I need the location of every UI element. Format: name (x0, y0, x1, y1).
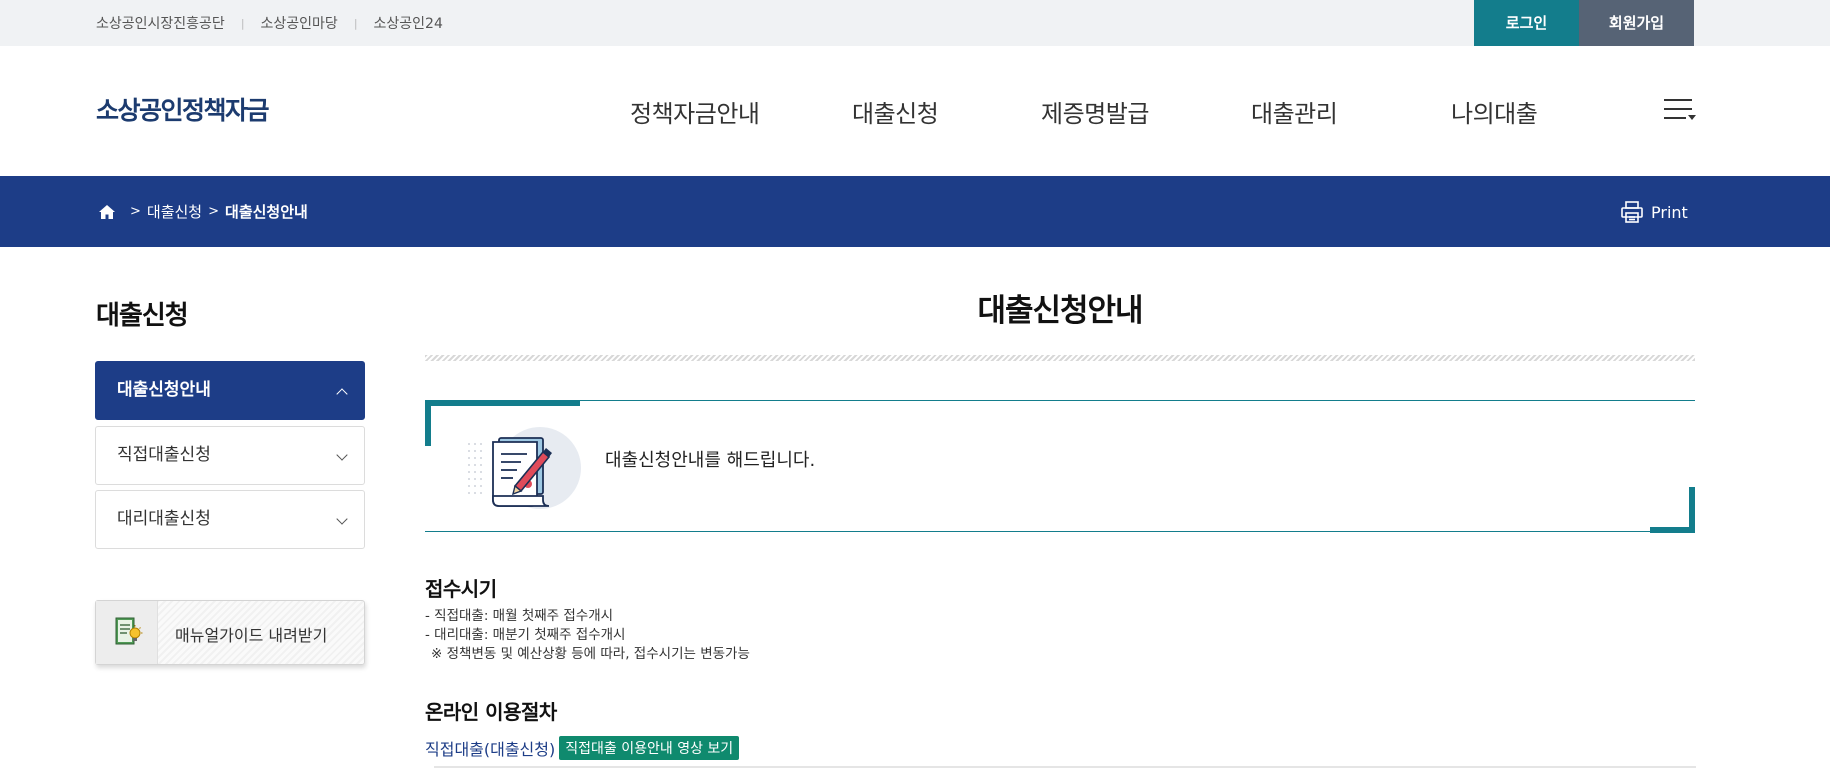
chevron-down-icon (336, 449, 348, 461)
printer-icon (1621, 201, 1643, 223)
intro-box: 대출신청안내를 해드립니다. (425, 400, 1695, 533)
content-divider (434, 766, 1696, 768)
reception-period-list: - 직접대출: 매월 첫째주 접수개시 - 대리대출: 매분기 첫째주 접수개시… (425, 607, 750, 664)
sidebar-item-label: 대리대출신청 (117, 509, 211, 529)
section-title-online-procedure: 온라인 이용절차 (425, 700, 557, 724)
home-icon[interactable] (98, 204, 116, 220)
utility-bar: 소상공인시장진흥공단 | 소상공인마당 | 소상공인24 로그인 회원가입 (0, 0, 1830, 46)
divider: | (353, 16, 358, 30)
link-sbiz-madang[interactable]: 소상공인마당 (261, 13, 338, 33)
sidebar-item-label: 대출신청안내 (117, 380, 211, 400)
direct-loan-link[interactable]: 직접대출(대출신청) (425, 736, 555, 760)
chevron-right-icon: > (208, 204, 220, 219)
list-item: - 대리대출: 매분기 첫째주 접수개시 (425, 627, 626, 643)
nav-policy-fund-guide[interactable]: 정책자금안내 (630, 94, 760, 129)
sidebar-item-agency-loan[interactable]: 대리대출신청 (95, 490, 365, 549)
family-site-links: 소상공인시장진흥공단 | 소상공인마당 | 소상공인24 (96, 0, 443, 46)
breadcrumb: > 대출신청 > 대출신청안내 (98, 176, 308, 247)
login-button[interactable]: 로그인 (1474, 0, 1579, 46)
sidebar-item-label: 직접대출신청 (117, 445, 211, 465)
manual-download-label: 매뉴얼가이드 내려받기 (175, 626, 328, 645)
chevron-right-icon: > (130, 204, 141, 219)
online-procedure-row: 직접대출(대출신청) 직접대출 이용안내 영상 보기 (425, 736, 740, 760)
list-item: - 직접대출: 매월 첫째주 접수개시 (425, 608, 614, 624)
nav-loan-application[interactable]: 대출신청 (852, 94, 939, 129)
sidebar-item-loan-guide[interactable]: 대출신청안내 (95, 361, 365, 420)
page-title: 대출신청안내 (977, 293, 1143, 329)
manual-download-button[interactable]: 매뉴얼가이드 내려받기 (95, 600, 365, 665)
nav-my-loan[interactable]: 나의대출 (1451, 94, 1538, 129)
intro-text: 대출신청안내를 해드립니다. (605, 450, 816, 471)
document-pen-icon (468, 427, 581, 509)
title-divider (425, 355, 1695, 361)
site-header: 소상공인정책자금 정책자금안내 대출신청 제증명발급 대출관리 나의대출 (0, 46, 1830, 176)
site-logo[interactable]: 소상공인정책자금 (96, 91, 270, 127)
section-title-reception-period: 접수시기 (425, 577, 497, 601)
print-button[interactable]: Print (1620, 200, 1688, 224)
link-semas[interactable]: 소상공인시장진흥공단 (96, 13, 225, 33)
breadcrumb-item[interactable]: 대출신청 (147, 201, 202, 222)
join-button[interactable]: 회원가입 (1579, 0, 1694, 46)
breadcrumb-current: 대출신청안내 (225, 203, 308, 221)
manual-icon-box (96, 601, 158, 664)
chevron-down-icon (336, 513, 348, 525)
sidebar-title: 대출신청 (96, 301, 189, 331)
nav-certificate-issue[interactable]: 제증명발급 (1041, 94, 1149, 129)
link-sbiz24[interactable]: 소상공인24 (374, 13, 443, 33)
nav-loan-management[interactable]: 대출관리 (1251, 94, 1338, 129)
chevron-up-icon (336, 388, 348, 400)
divider: | (240, 16, 245, 30)
sidebar-item-direct-loan[interactable]: 직접대출신청 (95, 426, 365, 485)
list-note: ※ 정책변동 및 예산상황 등에 따라, 접수시기는 변동가능 (431, 646, 750, 662)
all-menu-icon[interactable] (1664, 99, 1696, 121)
video-guide-button[interactable]: 직접대출 이용안내 영상 보기 (559, 736, 740, 760)
print-label: Print (1651, 202, 1688, 222)
manual-lightbulb-icon (115, 617, 143, 645)
location-bar: > 대출신청 > 대출신청안내 Print (0, 176, 1830, 247)
